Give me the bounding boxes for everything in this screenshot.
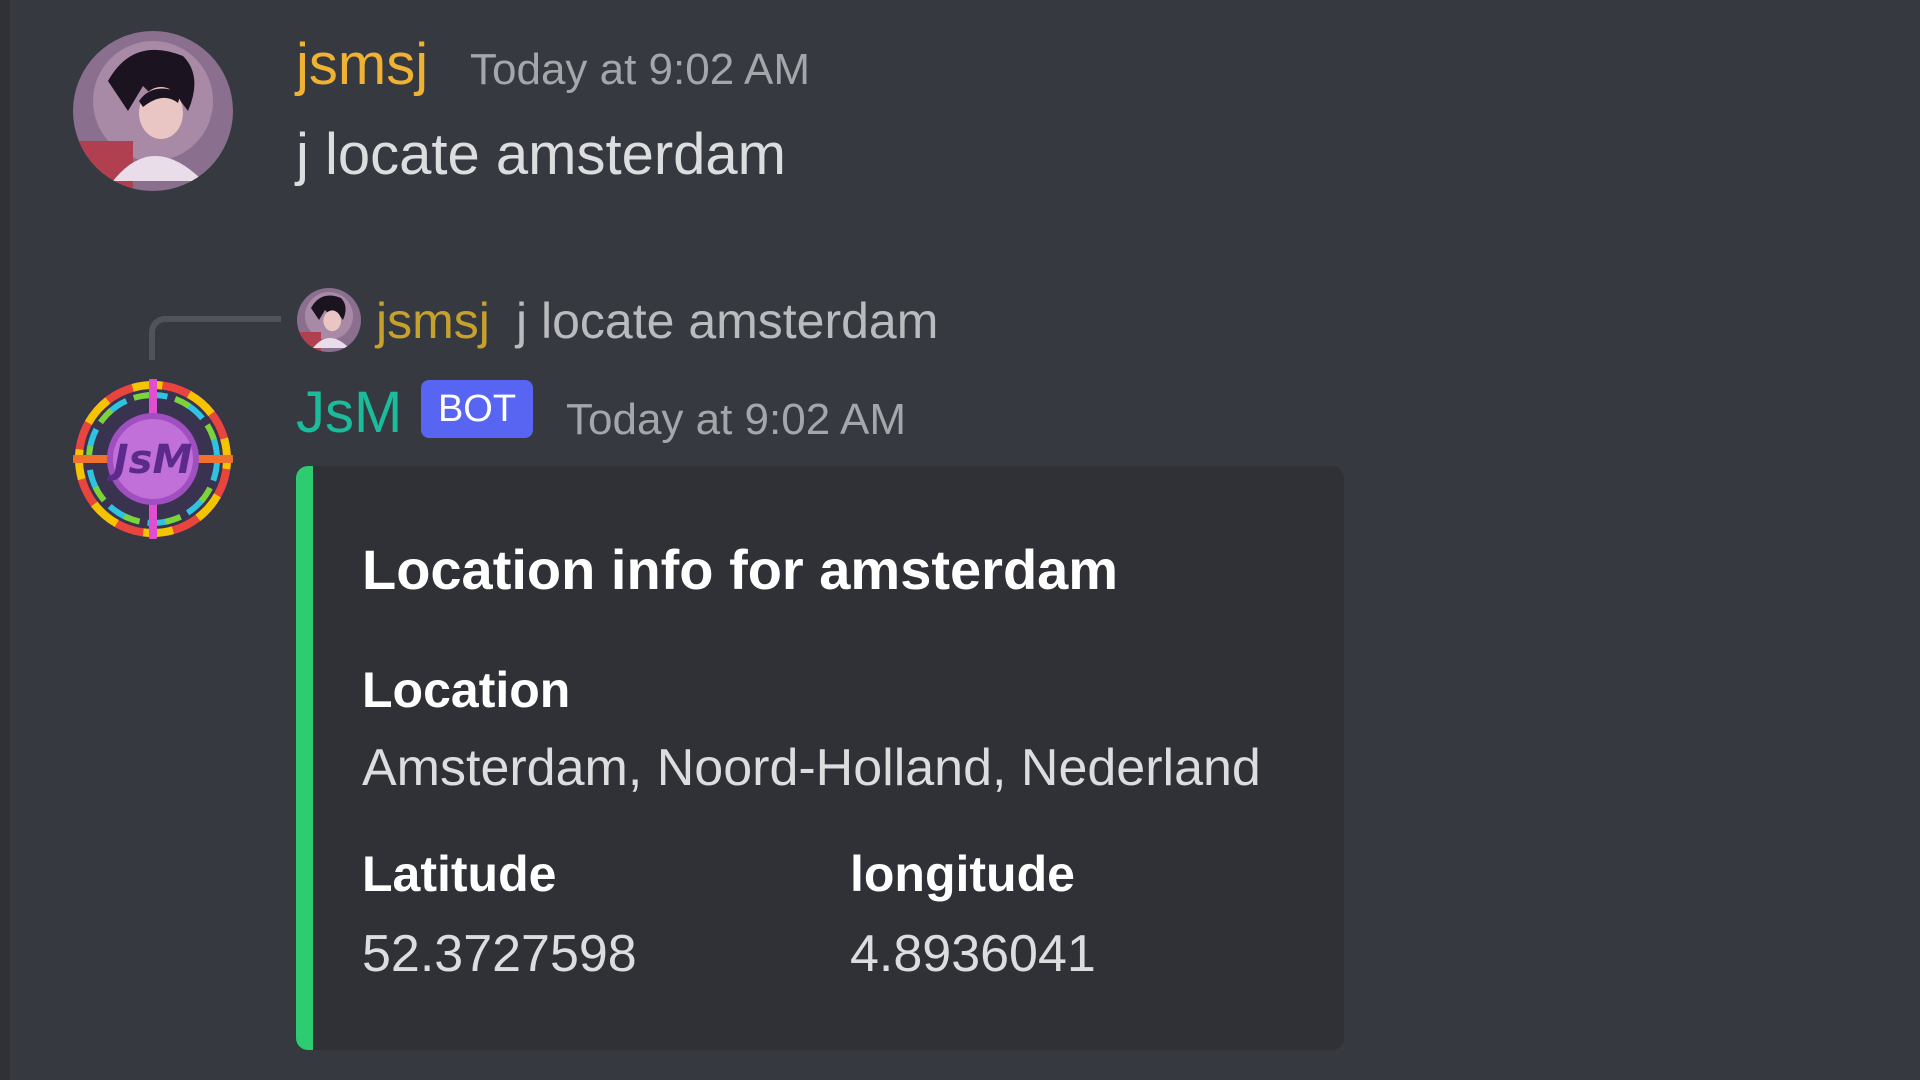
svg-text:JsM: JsM (107, 437, 193, 483)
reply-content-preview[interactable]: j locate amsterdam (516, 292, 938, 350)
user-avatar-icon (73, 31, 233, 191)
embed-field-longitude-value: 4.8936041 (850, 925, 1096, 983)
message-content: j locate amsterdam (296, 122, 786, 187)
reply-connector-line (149, 316, 281, 360)
message-timestamp[interactable]: Today at 9:02 AM (470, 44, 810, 96)
reply-avatar-icon (297, 288, 361, 352)
embed-title: Location info for amsterdam (362, 538, 1119, 601)
reply-author-name[interactable]: jsmsj (376, 292, 490, 350)
embed-field-location-name: Location (362, 662, 571, 718)
bot-author-name[interactable]: JsM (296, 380, 402, 446)
embed-field-location-value: Amsterdam, Noord-Holland, Nederland (362, 739, 1261, 797)
embed-field-latitude-value: 52.3727598 (362, 925, 637, 983)
embed-accent-bar (296, 466, 313, 1050)
user-avatar[interactable] (73, 31, 233, 191)
reply-avatar[interactable] (297, 288, 361, 352)
embed-field-latitude-name: Latitude (362, 846, 557, 902)
left-sidebar-edge (0, 0, 10, 1080)
jsm-bot-logo-icon: JsM (73, 379, 233, 539)
bot-message-timestamp[interactable]: Today at 9:02 AM (566, 394, 906, 446)
location-embed: Location info for amsterdam Location Ams… (296, 466, 1344, 1050)
embed-field-longitude-name: longitude (850, 846, 1075, 902)
bot-badge: BOT (421, 380, 533, 438)
message-author-name[interactable]: jsmsj (296, 32, 428, 98)
bot-avatar[interactable]: JsM (73, 379, 233, 539)
